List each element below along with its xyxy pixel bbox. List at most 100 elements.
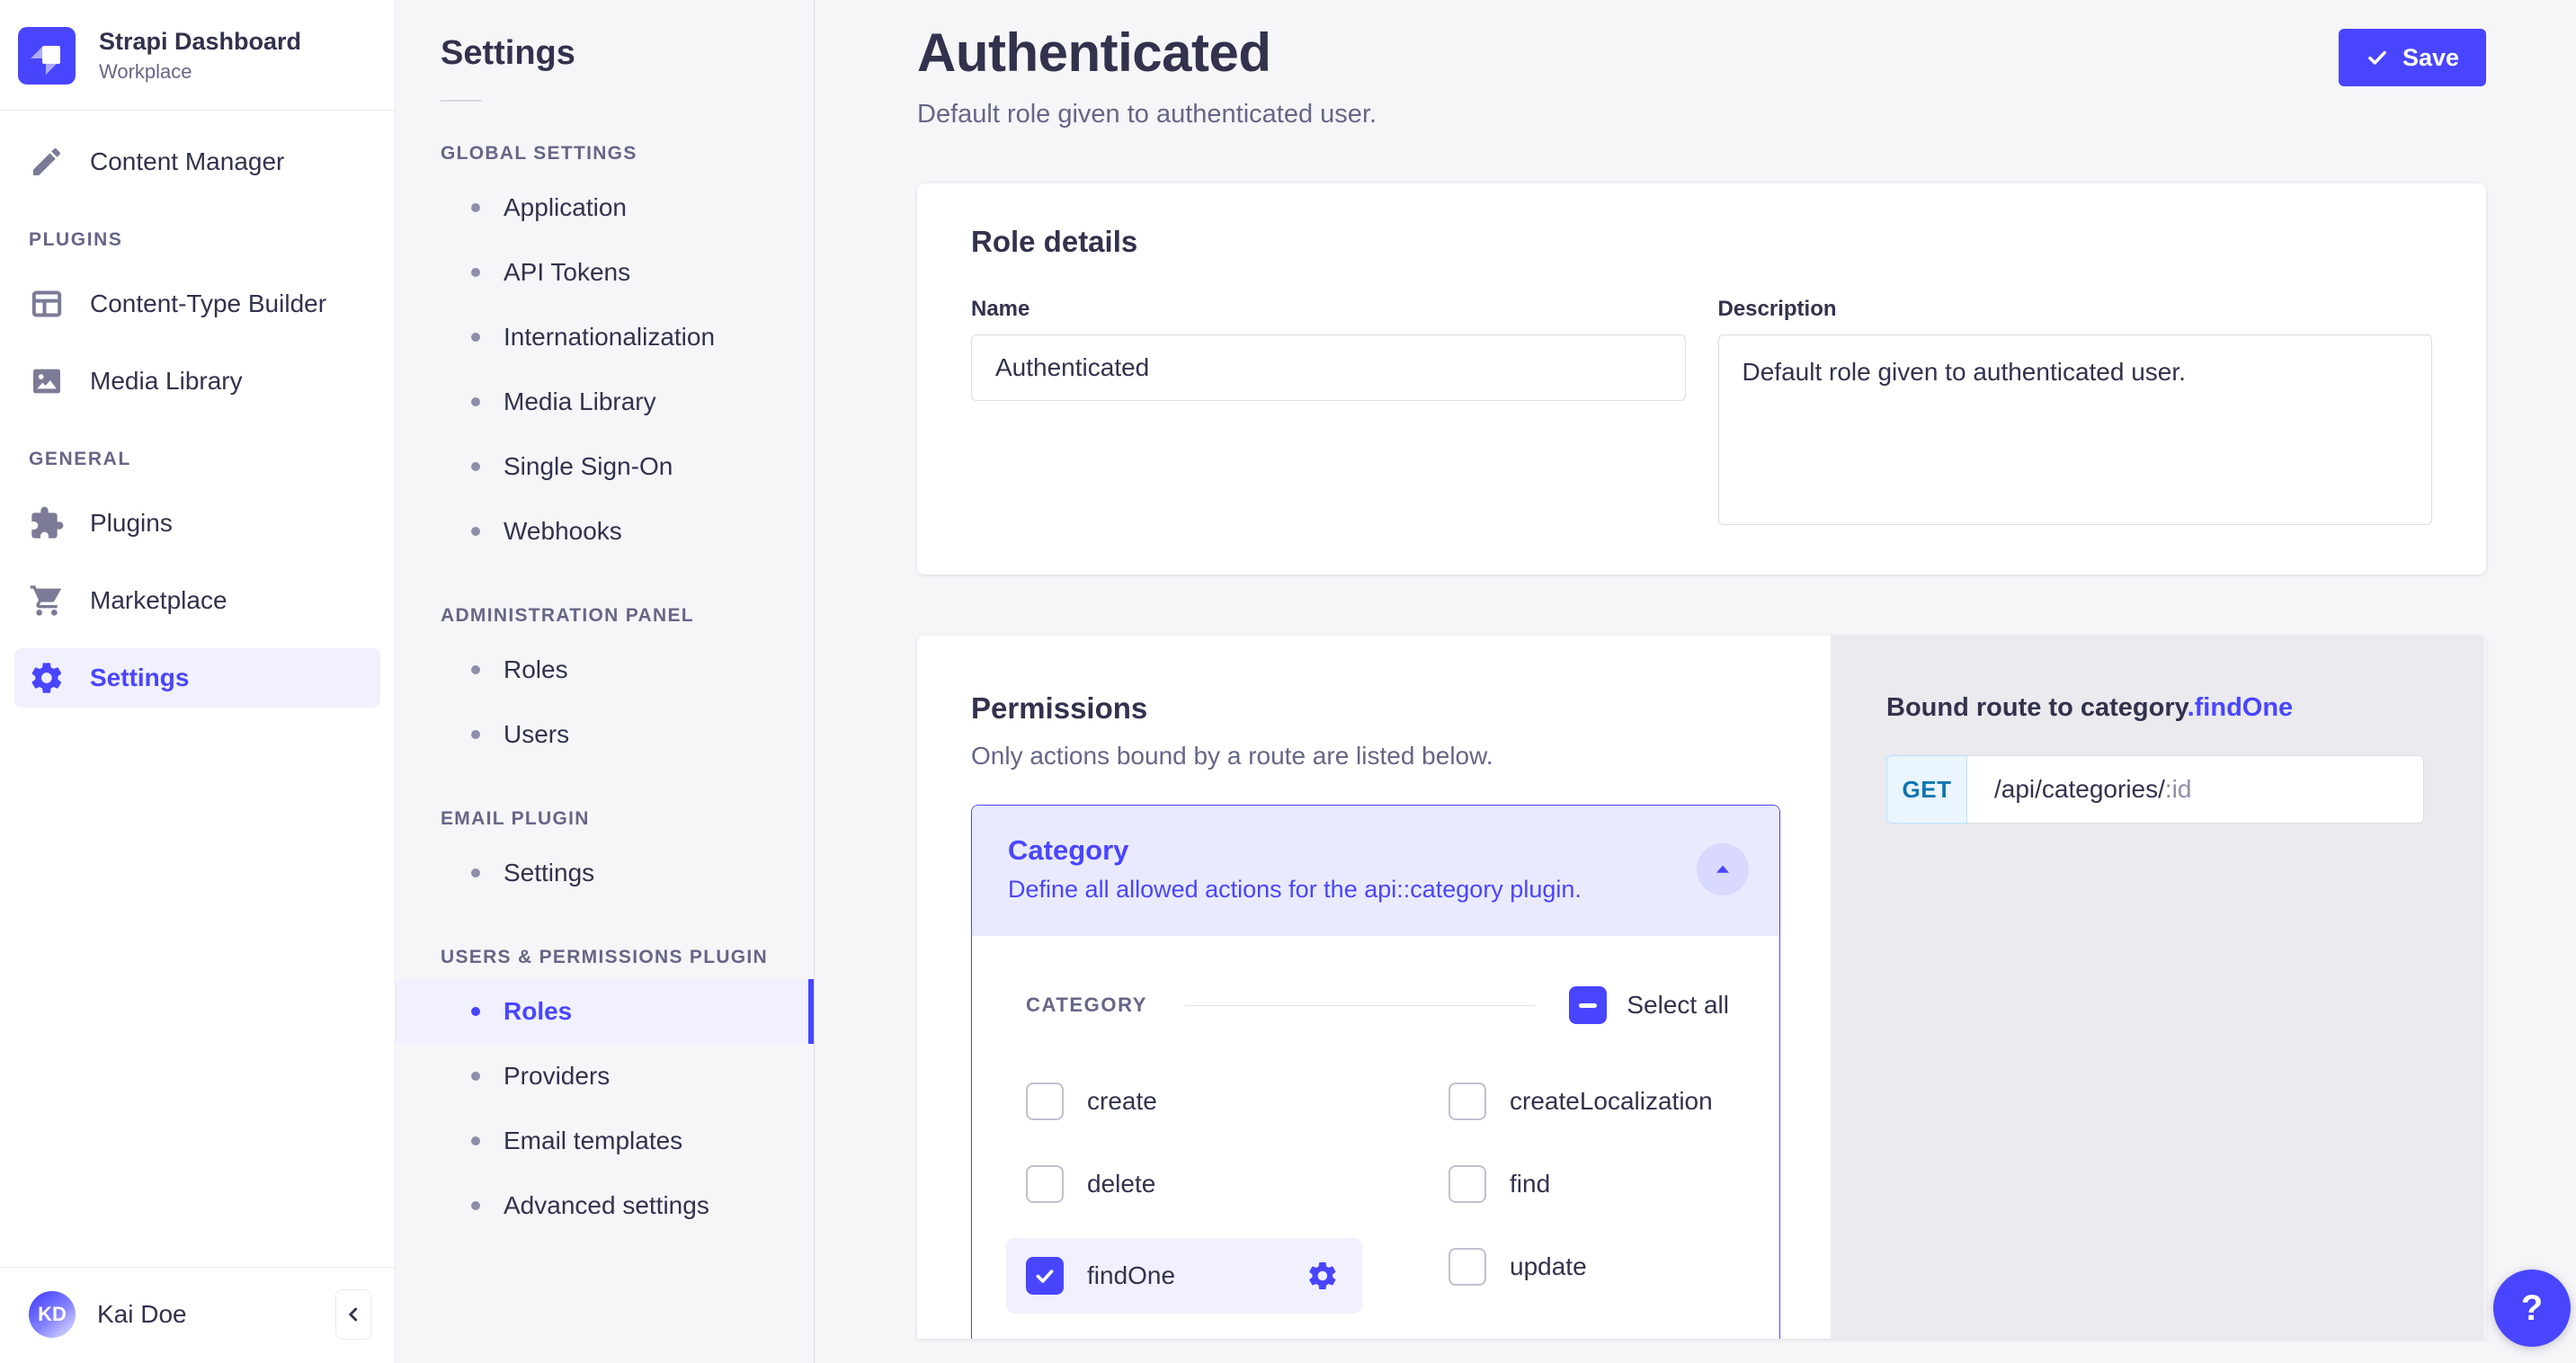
settings-item-application[interactable]: Application	[396, 175, 814, 240]
bound-route-panel: Bound route to category.findOne GET /api…	[1831, 636, 2484, 1339]
settings-item-single-sign-on[interactable]: Single Sign-On	[396, 434, 814, 499]
page-title: Authenticated	[917, 22, 1377, 84]
settings-item-internationalization[interactable]: Internationalization	[396, 305, 814, 370]
bullet-icon	[471, 1201, 480, 1210]
sidebar-item-plugins[interactable]: Plugins	[14, 494, 380, 553]
permissions-heading: Permissions	[971, 691, 1780, 726]
gear-icon	[29, 660, 65, 696]
section-global-settings: GLOBAL SETTINGS	[441, 143, 769, 165]
collapse-sidebar-button[interactable]	[335, 1289, 371, 1340]
permission-createlocalization: createLocalization	[1448, 1073, 1729, 1130]
main-sidebar: Strapi Dashboard Workplace Content Manag…	[0, 0, 396, 1363]
description-label: Description	[1718, 297, 2433, 322]
bound-route-heading: Bound route to category.findOne	[1886, 693, 2429, 723]
bullet-icon	[471, 730, 480, 739]
create-checkbox[interactable]	[1026, 1082, 1064, 1120]
check-icon	[2366, 46, 2389, 69]
role-details-heading: Role details	[971, 225, 2432, 259]
bullet-icon	[471, 527, 480, 536]
help-button[interactable]: ?	[2493, 1269, 2571, 1347]
chevron-up-icon	[1711, 858, 1734, 881]
layout-grid-icon	[29, 286, 65, 322]
bullet-icon	[471, 869, 480, 877]
accordion-description: Define all allowed actions for the api::…	[1008, 876, 1582, 904]
main-content: Authenticated Default role given to auth…	[815, 0, 2576, 1363]
route-param: :id	[2165, 775, 2192, 804]
settings-item-email-settings[interactable]: Settings	[396, 841, 814, 905]
createlocalization-checkbox[interactable]	[1448, 1082, 1486, 1120]
findone-checkbox[interactable]	[1026, 1257, 1064, 1295]
chevron-left-icon	[342, 1303, 365, 1326]
settings-item-email-templates[interactable]: Email templates	[396, 1109, 814, 1173]
settings-item-webhooks[interactable]: Webhooks	[396, 499, 814, 564]
sidebar-item-content-type-builder[interactable]: Content-Type Builder	[14, 274, 380, 334]
sidebar-item-settings[interactable]: Settings	[14, 648, 380, 708]
name-label: Name	[971, 297, 1686, 322]
name-input[interactable]	[971, 334, 1686, 401]
bullet-icon	[471, 268, 480, 277]
select-all-control: Select all	[1569, 986, 1729, 1024]
sidebar-footer: KD Kai Doe	[0, 1267, 395, 1363]
bullet-icon	[471, 333, 480, 342]
bullet-icon	[471, 1007, 480, 1016]
sidebar-item-label: Content-Type Builder	[90, 290, 326, 318]
permission-find: find	[1448, 1155, 1729, 1213]
bound-route-action: .findOne	[2188, 693, 2294, 722]
nav-section-general: GENERAL	[29, 449, 380, 470]
bullet-icon	[471, 1136, 480, 1145]
category-accordion: Category Define all allowed actions for …	[971, 805, 1780, 1339]
update-checkbox[interactable]	[1448, 1248, 1486, 1286]
sidebar-item-content-manager[interactable]: Content Manager	[14, 132, 380, 192]
save-button[interactable]: Save	[2339, 29, 2486, 86]
category-accordion-header[interactable]: Category Define all allowed actions for …	[972, 806, 1779, 936]
permission-update: update	[1448, 1238, 1729, 1296]
strapi-logo-icon	[18, 27, 76, 85]
sidebar-item-media-library[interactable]: Media Library	[14, 352, 380, 411]
bullet-icon	[471, 462, 480, 471]
findone-settings-button[interactable]	[1306, 1260, 1339, 1292]
avatar[interactable]: KD	[29, 1291, 76, 1338]
route-display: GET /api/categories/:id	[1886, 755, 2424, 824]
settings-item-media-library[interactable]: Media Library	[396, 370, 814, 434]
settings-item-api-tokens[interactable]: API Tokens	[396, 240, 814, 305]
check-icon	[1033, 1264, 1056, 1287]
collapse-accordion-button[interactable]	[1697, 843, 1749, 895]
permissions-grid: create createLocalization delete f	[1026, 1073, 1729, 1314]
settings-item-admin-users[interactable]: Users	[396, 702, 814, 767]
settings-sidebar: Settings GLOBAL SETTINGS Application API…	[396, 0, 815, 1363]
description-textarea[interactable]: Default role given to authenticated user…	[1718, 334, 2433, 525]
sidebar-item-marketplace[interactable]: Marketplace	[14, 571, 380, 630]
permissions-card: Permissions Only actions bound by a rout…	[917, 636, 1831, 1339]
settings-item-providers[interactable]: Providers	[396, 1044, 814, 1109]
sidebar-item-label: Plugins	[90, 509, 173, 538]
permission-findone: findOne	[1006, 1238, 1362, 1314]
sidebar-item-label: Content Manager	[90, 147, 284, 176]
workspace-title: Strapi Dashboard	[99, 28, 301, 56]
bullet-icon	[471, 1072, 480, 1081]
section-email-plugin: EMAIL PLUGIN	[441, 808, 769, 830]
http-method-badge: GET	[1886, 755, 1967, 824]
sidebar-item-label: Media Library	[90, 367, 243, 396]
bullet-icon	[471, 397, 480, 406]
sidebar-item-label: Settings	[90, 664, 189, 692]
section-administration-panel: ADMINISTRATION PANEL	[441, 605, 769, 627]
delete-checkbox[interactable]	[1026, 1165, 1064, 1203]
puzzle-icon	[29, 505, 65, 541]
settings-item-up-roles[interactable]: Roles	[396, 979, 814, 1044]
sidebar-item-label: Marketplace	[90, 586, 227, 615]
user-name: Kai Doe	[97, 1300, 187, 1329]
permission-create: create	[1026, 1073, 1448, 1130]
settings-sidebar-title: Settings	[396, 34, 814, 73]
category-accordion-body: CATEGORY Select all create	[972, 936, 1779, 1339]
select-all-label: Select all	[1627, 991, 1729, 1020]
workspace-brand[interactable]: Strapi Dashboard Workplace	[0, 0, 395, 110]
settings-item-advanced-settings[interactable]: Advanced settings	[396, 1173, 814, 1238]
workspace-subtitle: Workplace	[99, 60, 301, 84]
accordion-title: Category	[1008, 834, 1582, 867]
select-all-checkbox[interactable]	[1569, 986, 1607, 1024]
role-details-card: Role details Name Description Default ro…	[917, 183, 2486, 575]
find-checkbox[interactable]	[1448, 1165, 1486, 1203]
section-users-permissions-plugin: USERS & PERMISSIONS PLUGIN	[441, 947, 769, 968]
settings-item-admin-roles[interactable]: Roles	[396, 637, 814, 702]
nav-section-plugins: PLUGINS	[29, 229, 380, 251]
